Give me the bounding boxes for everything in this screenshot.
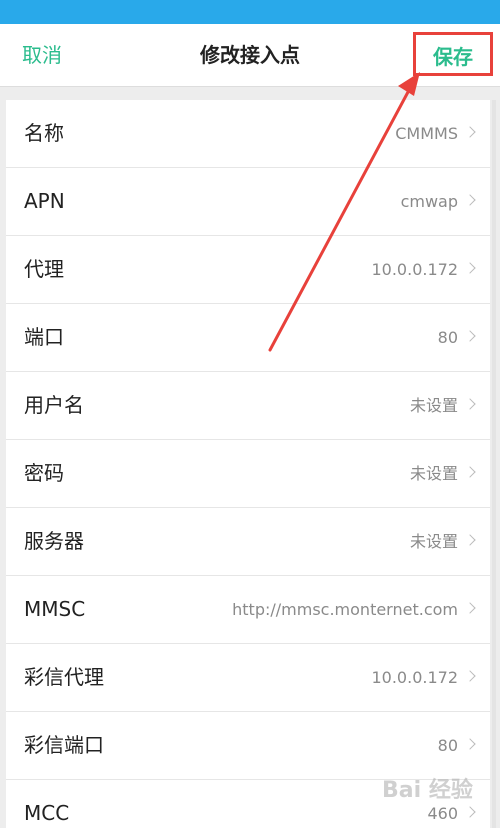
row-value: 10.0.0.172 xyxy=(371,668,458,687)
row-mms-port[interactable]: 彩信端口 80 xyxy=(6,712,490,780)
row-apn[interactable]: APN cmwap xyxy=(6,168,490,236)
row-value: 80 xyxy=(437,328,458,347)
chevron-right-icon xyxy=(464,262,476,274)
chevron-right-icon xyxy=(464,738,476,750)
chevron-right-icon xyxy=(464,806,476,818)
row-value: 80 xyxy=(437,736,458,755)
row-value: cmwap xyxy=(400,192,458,211)
row-value: http://mmsc.monternet.com xyxy=(232,600,458,619)
row-port[interactable]: 端口 80 xyxy=(6,304,490,372)
chevron-right-icon xyxy=(464,194,476,206)
chevron-right-icon xyxy=(464,466,476,478)
apn-settings-list: 名称 CMMMS APN cmwap 代理 10.0.0.172 端口 80 用… xyxy=(6,100,490,828)
row-label: MCC xyxy=(24,801,70,825)
row-value: CMMMS xyxy=(395,124,458,143)
row-label: 代理 xyxy=(24,257,64,281)
row-value: 未设置 xyxy=(409,396,458,415)
row-label: 彩信端口 xyxy=(24,733,104,757)
row-label: MMSC xyxy=(24,597,86,621)
row-label: 彩信代理 xyxy=(24,665,104,689)
row-password[interactable]: 密码 未设置 xyxy=(6,440,490,508)
row-value: 未设置 xyxy=(409,532,458,551)
save-button[interactable]: 保存 xyxy=(413,32,493,76)
app-header: 取消 修改接入点 保存 xyxy=(0,24,500,87)
chevron-right-icon xyxy=(464,398,476,410)
page-title: 修改接入点 xyxy=(200,43,300,67)
chevron-right-icon xyxy=(464,670,476,682)
row-label: APN xyxy=(24,189,65,213)
row-server[interactable]: 服务器 未设置 xyxy=(6,508,490,576)
chevron-right-icon xyxy=(464,534,476,546)
row-mmsc[interactable]: MMSC http://mmsc.monternet.com xyxy=(6,576,490,644)
row-label: 密码 xyxy=(24,461,64,485)
row-label: 用户名 xyxy=(24,393,84,417)
row-mms-proxy[interactable]: 彩信代理 10.0.0.172 xyxy=(6,644,490,712)
row-label: 名称 xyxy=(24,121,64,145)
chevron-right-icon xyxy=(464,330,476,342)
status-bar xyxy=(0,0,500,24)
chevron-right-icon xyxy=(464,126,476,138)
row-username[interactable]: 用户名 未设置 xyxy=(6,372,490,440)
scrollbar[interactable] xyxy=(492,100,496,828)
watermark: Bai 经验 xyxy=(382,778,473,803)
chevron-right-icon xyxy=(464,602,476,614)
row-name[interactable]: 名称 CMMMS xyxy=(6,100,490,168)
cancel-button[interactable]: 取消 xyxy=(22,24,62,86)
row-value: 10.0.0.172 xyxy=(371,260,458,279)
row-proxy[interactable]: 代理 10.0.0.172 xyxy=(6,236,490,304)
row-label: 服务器 xyxy=(24,529,84,553)
row-label: 端口 xyxy=(24,325,64,349)
row-value: 未设置 xyxy=(409,464,458,483)
